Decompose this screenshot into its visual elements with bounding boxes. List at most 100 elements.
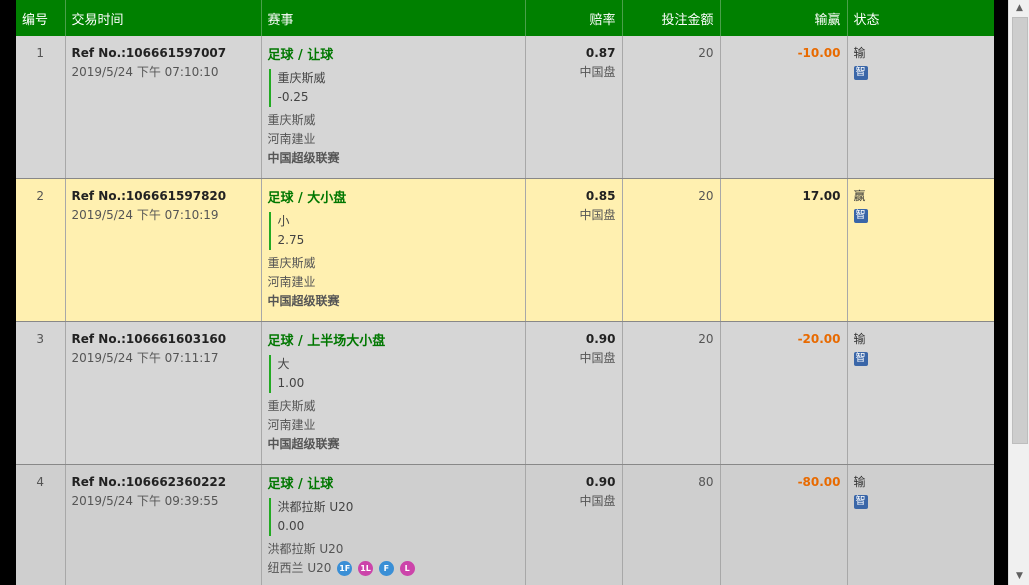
badge-1l-icon[interactable]: 1L	[358, 561, 374, 576]
odds-value: 0.87	[585, 46, 616, 60]
row-odds-cell: 0.87 中国盘	[524, 36, 622, 179]
bet-history-table: 编号 交易时间 赛事 赔率 投注金额 输赢 状态 1 Ref No.:10666…	[16, 0, 994, 585]
row-number: 3	[16, 321, 65, 465]
league-name: 中国超级联赛	[267, 151, 340, 165]
selection-name: 重庆斯威	[277, 71, 326, 85]
header-no: 编号	[16, 0, 65, 36]
status-text: 输	[853, 46, 866, 60]
home-team: 重庆斯威	[267, 256, 316, 270]
bet-detail-icon[interactable]: 智	[853, 66, 868, 80]
row-time-cell: Ref No.:106661597820 2019/5/24 下午 07:10:…	[64, 178, 261, 322]
row-winloss-cell: 17.00	[719, 178, 847, 322]
ref-number: Ref No.:106661597820	[71, 189, 227, 203]
away-team: 河南建业	[267, 418, 316, 432]
row-odds-cell: 0.90 中国盘	[524, 464, 622, 585]
selection-line: 0.00	[277, 519, 305, 533]
winloss-value: -10.00	[797, 46, 841, 60]
transaction-time: 2019/5/24 下午 07:11:17	[71, 351, 219, 365]
transaction-time: 2019/5/24 下午 09:39:55	[71, 494, 219, 508]
sport-market: 足球 / 让球	[267, 48, 334, 63]
selection-block: 小 2.75	[268, 212, 519, 250]
winloss-value: -20.00	[797, 332, 841, 346]
transaction-time: 2019/5/24 下午 07:10:10	[71, 65, 219, 79]
odds-value: 0.90	[585, 332, 616, 346]
header-stake: 投注金额	[621, 0, 720, 36]
away-team-line: 纽西兰 U20 1F 1L F L	[268, 559, 519, 578]
selection-block: 重庆斯威 -0.25	[268, 69, 519, 107]
bet-detail-icon[interactable]: 智	[853, 495, 868, 509]
badge-l-icon[interactable]: L	[399, 561, 415, 576]
row-number: 2	[16, 178, 65, 322]
stake-amount: 20	[621, 178, 720, 322]
status-text: 输	[853, 475, 866, 489]
selection-name: 洪都拉斯 U20	[277, 500, 354, 514]
winloss-value: 17.00	[802, 189, 841, 203]
row-status-cell: 输 智	[846, 464, 994, 585]
bet-history-table-wrapper: 编号 交易时间 赛事 赔率 投注金额 输赢 状态 1 Ref No.:10666…	[16, 0, 994, 585]
sport-market: 足球 / 上半场大小盘	[267, 334, 386, 349]
odds-value: 0.85	[585, 189, 616, 203]
table-row: 2 Ref No.:106661597820 2019/5/24 下午 07:1…	[16, 178, 994, 322]
away-team: 河南建业	[267, 275, 316, 289]
vertical-scrollbar[interactable]: ▲ ▼	[1008, 0, 1029, 585]
bet-history-frame: 编号 交易时间 赛事 赔率 投注金额 输赢 状态 1 Ref No.:10666…	[0, 0, 1029, 585]
row-number: 1	[16, 36, 65, 179]
bet-detail-icon[interactable]: 智	[853, 352, 868, 366]
winloss-value: -80.00	[797, 475, 841, 489]
row-status-cell: 赢 智	[846, 178, 994, 322]
row-time-cell: Ref No.:106661597007 2019/5/24 下午 07:10:…	[64, 36, 261, 179]
scrollbar-thumb[interactable]	[1012, 17, 1028, 444]
transaction-time: 2019/5/24 下午 07:10:19	[71, 208, 219, 222]
row-time-cell: Ref No.:106661603160 2019/5/24 下午 07:11:…	[64, 321, 261, 465]
odds-value: 0.90	[585, 475, 616, 489]
scroll-down-icon[interactable]: ▼	[1009, 568, 1029, 585]
away-team: 纽西兰 U20	[267, 561, 332, 575]
home-team: 洪都拉斯 U20	[267, 542, 344, 556]
odds-type: 中国盘	[579, 208, 616, 222]
odds-type: 中国盘	[579, 494, 616, 508]
selection-line: -0.25	[277, 90, 309, 104]
selection-block: 洪都拉斯 U20 0.00	[268, 498, 519, 536]
sport-market: 足球 / 让球	[267, 477, 334, 492]
row-event-cell: 足球 / 上半场大小盘 大 1.00 重庆斯威 河南建业 中国超级联赛	[260, 321, 525, 465]
ref-number: Ref No.:106662360222	[71, 475, 227, 489]
table-header-row: 编号 交易时间 赛事 赔率 投注金额 输赢 状态	[16, 0, 994, 36]
header-time: 交易时间	[64, 0, 261, 36]
row-event-cell: 足球 / 让球 重庆斯威 -0.25 重庆斯威 河南建业 中国超级联赛	[260, 36, 525, 179]
header-odds: 赔率	[524, 0, 622, 36]
home-team: 重庆斯威	[267, 113, 316, 127]
scroll-up-icon[interactable]: ▲	[1009, 0, 1029, 17]
header-winloss: 输赢	[719, 0, 847, 36]
row-number: 4	[16, 464, 65, 585]
selection-line: 2.75	[277, 233, 305, 247]
row-time-cell: Ref No.:106662360222 2019/5/24 下午 09:39:…	[64, 464, 261, 585]
sport-market: 足球 / 大小盘	[267, 191, 347, 206]
selection-line: 1.00	[277, 376, 305, 390]
row-winloss-cell: -80.00	[719, 464, 847, 585]
row-event-cell: 足球 / 让球 洪都拉斯 U20 0.00 洪都拉斯 U20 纽西兰 U20 1…	[260, 464, 525, 585]
status-text: 输	[853, 332, 866, 346]
odds-type: 中国盘	[579, 351, 616, 365]
bet-detail-icon[interactable]: 智	[853, 209, 868, 223]
row-odds-cell: 0.90 中国盘	[524, 321, 622, 465]
away-team: 河南建业	[267, 132, 316, 146]
row-odds-cell: 0.85 中国盘	[524, 178, 622, 322]
row-status-cell: 输 智	[846, 36, 994, 179]
row-status-cell: 输 智	[846, 321, 994, 465]
badge-f-icon[interactable]: F	[378, 561, 394, 576]
table-row: 3 Ref No.:106661603160 2019/5/24 下午 07:1…	[16, 321, 994, 465]
selection-name: 大	[277, 357, 290, 371]
league-name: 中国超级联赛	[267, 294, 340, 308]
header-status: 状态	[846, 0, 994, 36]
stake-amount: 80	[621, 464, 720, 585]
ref-number: Ref No.:106661597007	[71, 46, 227, 60]
table-row: 1 Ref No.:106661597007 2019/5/24 下午 07:1…	[16, 36, 994, 179]
selection-block: 大 1.00	[268, 355, 519, 393]
league-name: 中国超级联赛	[267, 437, 340, 451]
row-winloss-cell: -10.00	[719, 36, 847, 179]
selection-name: 小	[277, 214, 290, 228]
home-team: 重庆斯威	[267, 399, 316, 413]
badge-1f-icon[interactable]: 1F	[337, 561, 353, 576]
row-event-cell: 足球 / 大小盘 小 2.75 重庆斯威 河南建业 中国超级联赛	[260, 178, 525, 322]
header-event: 赛事	[260, 0, 525, 36]
